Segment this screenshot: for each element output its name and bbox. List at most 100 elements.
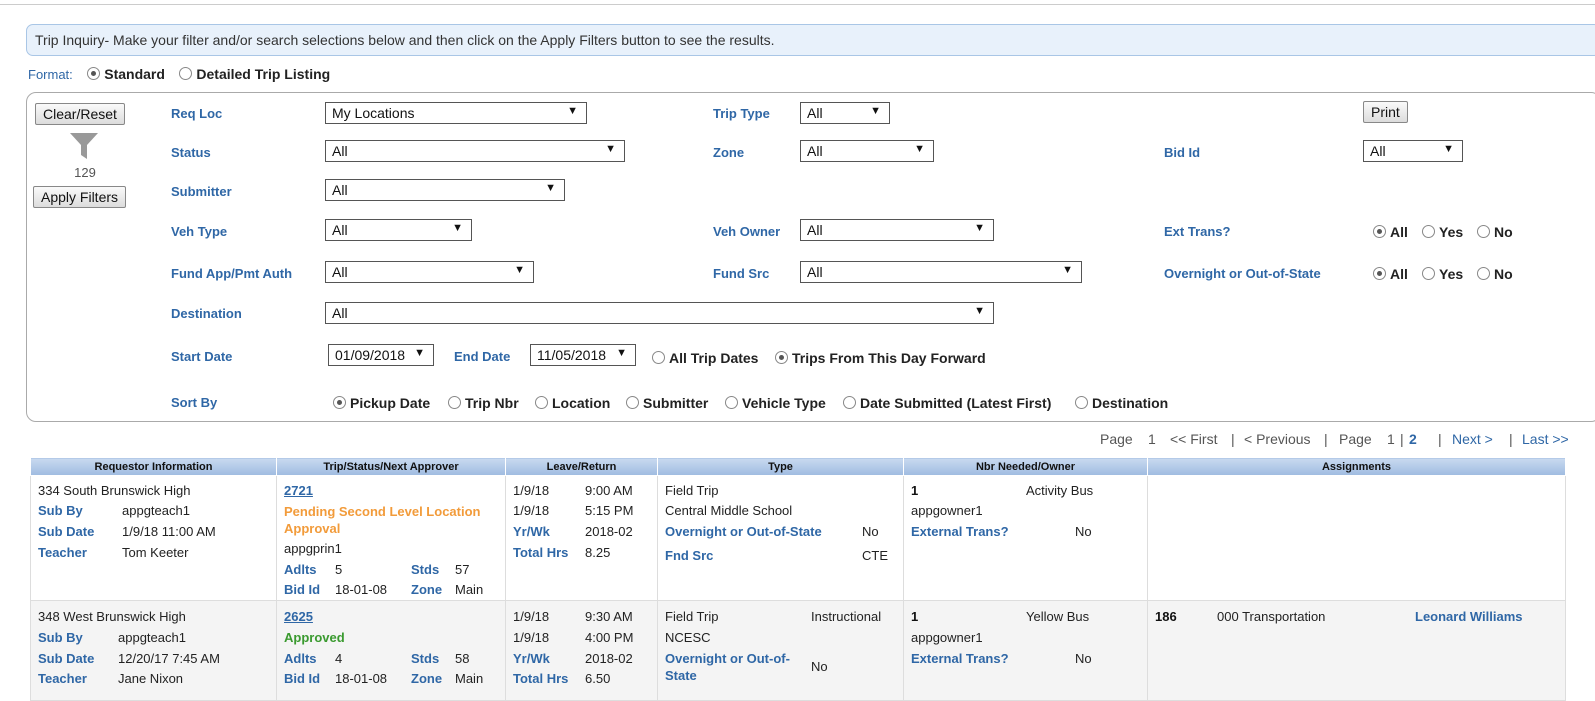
pager-page-1-link[interactable]: 1	[1387, 431, 1395, 447]
table-row[interactable]: 348 West Brunswick High Sub By appgteach…	[30, 600, 1566, 701]
pager-previous-link[interactable]: < Previous	[1244, 431, 1311, 447]
fund-src-select[interactable]: All ▼	[800, 261, 1082, 283]
return-date: 1/9/18	[513, 630, 550, 645]
submitter-select[interactable]: All ▼	[325, 179, 565, 201]
status-label: Status	[171, 145, 211, 160]
overnight-label: Overnight or Out-of-	[665, 651, 790, 666]
trip-number-link[interactable]: 2721	[284, 483, 313, 498]
trips-forward-radio[interactable]	[775, 351, 788, 364]
overnight-label: Overnight or Out-of-State	[665, 524, 822, 539]
pager-separator: |	[1509, 431, 1513, 447]
destination-select[interactable]: All ▼	[325, 302, 994, 324]
end-date-value: 11/05/2018	[537, 347, 607, 363]
trips-forward-label: Trips From This Day Forward	[792, 350, 986, 366]
sort-submitter-radio[interactable]	[626, 396, 639, 409]
sort-destination-option[interactable]: Destination	[1075, 395, 1168, 411]
start-date-select[interactable]: 01/09/2018 ▼	[328, 344, 434, 366]
sort-trip-nbr-radio[interactable]	[448, 396, 461, 409]
sort-location-option[interactable]: Location	[535, 395, 610, 411]
sub-by-label: Sub By	[38, 630, 83, 645]
trip-type-label: Trip Type	[713, 106, 770, 121]
zone-select[interactable]: All ▼	[800, 140, 934, 162]
fund-app-value: All	[332, 264, 348, 280]
owner: appgowner1	[911, 503, 983, 518]
nbr-owner-cell: 1 Yellow Bus appgowner1 External Trans? …	[903, 600, 1148, 701]
trip-destination: Central Middle School	[665, 503, 793, 518]
sort-pickup-date-radio[interactable]	[333, 396, 346, 409]
ext-trans-no-option[interactable]: No	[1477, 224, 1513, 240]
sort-destination-radio[interactable]	[1075, 396, 1088, 409]
overnight-all-radio[interactable]	[1373, 267, 1386, 280]
header-assignments[interactable]: Assignments	[1147, 457, 1566, 476]
yrwk-label: Yr/Wk	[513, 524, 550, 539]
trip-type-select[interactable]: All ▼	[800, 102, 890, 124]
requestor-location: 334 South Brunswick High	[38, 483, 191, 498]
yrwk-label: Yr/Wk	[513, 651, 550, 666]
sort-trip-nbr-option[interactable]: Trip Nbr	[448, 395, 519, 411]
sort-submitter-option[interactable]: Submitter	[626, 395, 708, 411]
apply-filters-button[interactable]: Apply Filters	[33, 186, 127, 208]
header-leave-return[interactable]: Leave/Return	[505, 457, 658, 476]
ext-trans-value: No	[1075, 651, 1092, 666]
ext-trans-yes-radio[interactable]	[1422, 225, 1435, 238]
ext-trans-yes-option[interactable]: Yes	[1422, 224, 1463, 240]
type-cell: Field Trip Instructional NCESC Overnight…	[657, 600, 904, 701]
format-standard-label: Standard	[104, 66, 165, 82]
format-standard-radio[interactable]	[87, 67, 101, 80]
pager-last-link[interactable]: Last >>	[1522, 431, 1569, 447]
all-trip-dates-radio[interactable]	[652, 351, 665, 364]
ext-trans-label: External Trans?	[911, 524, 1009, 539]
status-select[interactable]: All ▼	[325, 140, 625, 162]
trips-forward-option[interactable]: Trips From This Day Forward	[775, 350, 986, 366]
bid-id-value: 18-01-08	[335, 671, 388, 686]
ext-trans-all-option[interactable]: All	[1373, 224, 1408, 240]
overnight-yes-option[interactable]: Yes	[1422, 266, 1463, 282]
assignment-driver-link[interactable]: Leonard Williams	[1415, 609, 1523, 624]
pager-first-link[interactable]: << First	[1170, 431, 1217, 447]
return-time: 4:00 PM	[585, 630, 634, 645]
clear-reset-button[interactable]: Clear/Reset	[35, 103, 125, 125]
type-cell: Field Trip Central Middle School Overnig…	[657, 475, 904, 601]
overnight-no-option[interactable]: No	[1477, 266, 1513, 282]
sort-date-submitted-option[interactable]: Date Submitted (Latest First)	[843, 395, 1051, 411]
overnight-no-radio[interactable]	[1477, 267, 1490, 280]
veh-type-select[interactable]: All ▼	[325, 219, 472, 241]
fund-app-select[interactable]: All ▼	[325, 261, 534, 283]
veh-owner-select[interactable]: All ▼	[800, 219, 994, 241]
req-loc-select[interactable]: My Locations ▼	[325, 102, 587, 124]
sort-vehicle-type-option[interactable]: Vehicle Type	[725, 395, 826, 411]
sort-location-radio[interactable]	[535, 396, 548, 409]
bid-id-select[interactable]: All ▼	[1363, 140, 1463, 162]
ext-trans-no-radio[interactable]	[1477, 225, 1490, 238]
format-detailed-radio[interactable]	[179, 67, 193, 80]
pager-page-2-current: 2	[1409, 431, 1417, 447]
all-trip-dates-option[interactable]: All Trip Dates	[652, 350, 758, 366]
vehicle-type: Yellow Bus	[1026, 609, 1090, 624]
bid-id-label: Bid Id	[284, 671, 321, 686]
submitter-label: Submitter	[171, 184, 232, 199]
fund-src-value: All	[807, 264, 823, 280]
ext-trans-all-radio[interactable]	[1373, 225, 1386, 238]
overnight-yes-radio[interactable]	[1422, 267, 1435, 280]
pager-separator: |	[1438, 431, 1442, 447]
assignment-department: 000 Transportation	[1217, 609, 1326, 624]
teacher-value: Tom Keeter	[122, 545, 189, 560]
sub-date-value: 1/9/18 11:00 AM	[122, 524, 216, 539]
sort-pickup-date-option[interactable]: Pickup Date	[333, 395, 430, 411]
overnight-all-option[interactable]: All	[1373, 266, 1408, 282]
table-row[interactable]: 334 South Brunswick High Sub By appgteac…	[30, 475, 1566, 601]
header-trip-status[interactable]: Trip/Status/Next Approver	[276, 457, 506, 476]
trip-number-link[interactable]: 2625	[284, 609, 313, 624]
yrwk-value: 2018-02	[585, 524, 633, 539]
end-date-select[interactable]: 11/05/2018 ▼	[530, 344, 636, 366]
pager-next-link[interactable]: Next >	[1452, 431, 1493, 447]
header-type[interactable]: Type	[657, 457, 904, 476]
header-requestor[interactable]: Requestor Information	[30, 457, 277, 476]
header-nbr-owner[interactable]: Nbr Needed/Owner	[903, 457, 1148, 476]
sort-date-submitted-radio[interactable]	[843, 396, 856, 409]
pager-current-page: 1	[1148, 431, 1156, 447]
status-value: All	[332, 143, 348, 159]
sort-vehicle-type-radio[interactable]	[725, 396, 738, 409]
print-button[interactable]: Print	[1363, 101, 1408, 123]
fnd-src-label: Fnd Src	[665, 548, 714, 563]
